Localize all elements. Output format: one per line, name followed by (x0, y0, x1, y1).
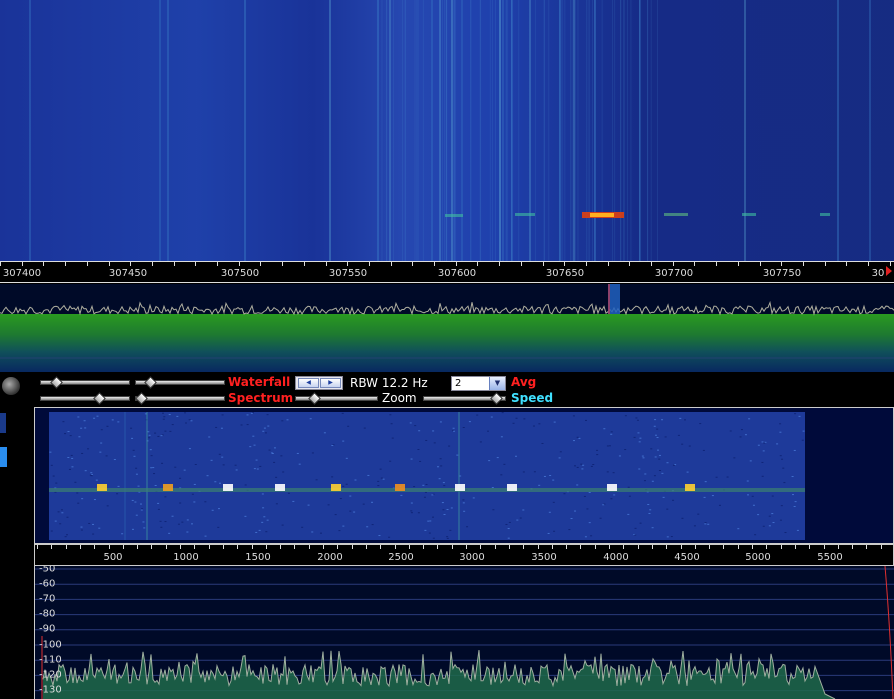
rbw-stepper[interactable]: ◀ ▶ (295, 376, 343, 390)
db-label: -110 (39, 654, 62, 666)
audio-ruler-label: 2500 (388, 552, 414, 563)
audio-ruler-label: 3500 (531, 552, 557, 563)
top-frequency-ruler[interactable]: 307400 307450 307500 307550 307600 30765… (0, 261, 894, 283)
spectrum-label: Spectrum (228, 391, 294, 405)
top-spectrum-canvas (0, 284, 894, 372)
top-ruler-label: 307550 (328, 268, 368, 279)
speed-label: Speed (511, 391, 554, 405)
db-label: -90 (39, 623, 56, 635)
top-ruler-label: 307750 (762, 268, 802, 279)
audio-ruler-label: 5000 (745, 552, 771, 563)
top-waterfall-display[interactable] (0, 0, 894, 261)
audio-spectrum-canvas (35, 566, 894, 699)
rbw-label: RBW 12.2 Hz (350, 376, 428, 390)
audio-ruler-label: 3000 (459, 552, 485, 563)
spectrum-range-slider[interactable] (135, 396, 225, 401)
audio-waterfall-canvas (49, 412, 805, 540)
audio-ruler-label: 1500 (245, 552, 271, 563)
audio-ruler-label: 4000 (603, 552, 629, 563)
chevron-down-icon[interactable]: ▼ (489, 377, 505, 390)
db-label: -50 (39, 566, 56, 575)
audio-spectrum-display[interactable]: -50 -60 -70 -80 -90 -100 -110 -120 -130 (34, 566, 894, 699)
top-waterfall-canvas (29, 0, 871, 261)
avg-label: Avg (511, 375, 537, 389)
db-label: -80 (39, 608, 56, 620)
audio-waterfall-display[interactable] (34, 407, 894, 544)
spectrum-contrast-slider[interactable] (40, 396, 130, 401)
top-ruler-label: 307600 (437, 268, 477, 279)
db-label: -60 (39, 578, 56, 590)
top-ruler-label: 307400 (2, 268, 42, 279)
waterfall-label: Waterfall (228, 375, 291, 389)
top-ruler-label: 307700 (654, 268, 694, 279)
side-panel-button[interactable] (0, 413, 6, 433)
audio-ruler-label: 2000 (317, 552, 343, 563)
audio-ruler-label: 500 (103, 552, 123, 563)
zoom-label: Zoom (382, 391, 417, 405)
top-spectrum-display[interactable] (0, 284, 894, 372)
volume-knob-icon[interactable] (2, 377, 20, 395)
audio-ruler-label: 5500 (817, 552, 843, 563)
control-strip (0, 372, 894, 407)
audio-ruler-label: 1000 (173, 552, 199, 563)
top-ruler-label: 307450 (108, 268, 148, 279)
avg-value: 2 (455, 378, 462, 389)
top-ruler-label: 307500 (220, 268, 260, 279)
db-label: -100 (39, 639, 62, 651)
scroll-right-arrow-icon[interactable] (886, 266, 892, 276)
db-label: -70 (39, 593, 56, 605)
side-panel-button-active[interactable] (0, 447, 7, 467)
rbw-decrease-button[interactable]: ◀ (298, 378, 319, 388)
audio-ruler-label: 4500 (674, 552, 700, 563)
rbw-increase-button[interactable]: ▶ (320, 378, 341, 388)
top-ruler-label: 30 (871, 268, 885, 279)
db-label: -120 (39, 669, 62, 681)
db-label: -130 (39, 684, 62, 696)
audio-frequency-ruler[interactable]: 500 1000 1500 2000 2500 3000 3500 4000 4… (34, 544, 894, 566)
top-ruler-label: 307650 (545, 268, 585, 279)
avg-select[interactable]: 2 ▼ (451, 376, 506, 391)
